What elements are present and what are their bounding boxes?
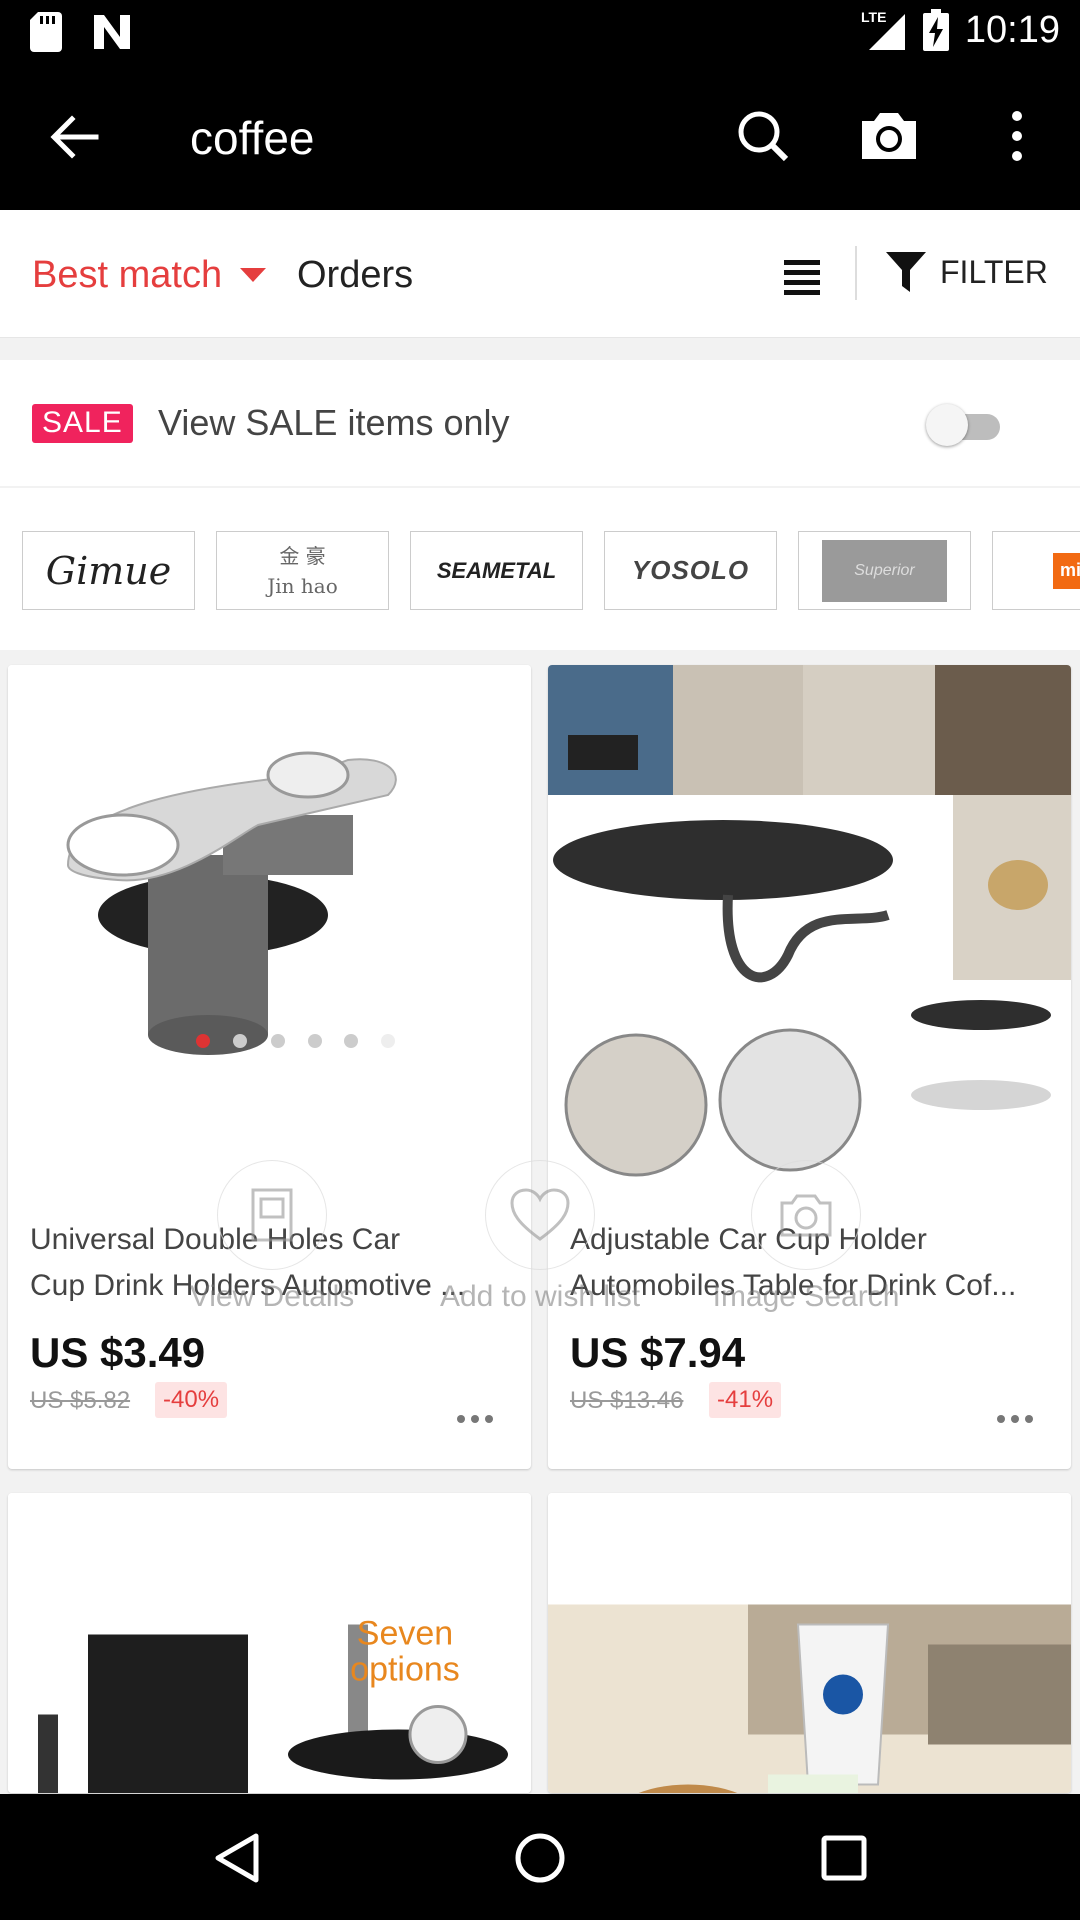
image-search-action[interactable]: Image Search bbox=[686, 1160, 926, 1314]
mi-logo-icon: mi bbox=[1052, 552, 1080, 589]
filter-icon bbox=[886, 252, 926, 292]
sd-card-icon bbox=[30, 12, 62, 52]
sale-only-toggle[interactable] bbox=[926, 404, 1006, 446]
brand-seametal[interactable]: SEAMETAL bbox=[410, 531, 583, 610]
product-card[interactable]: Seven options bbox=[8, 1493, 531, 1793]
search-icon[interactable] bbox=[730, 103, 796, 169]
add-to-wishlist-action[interactable]: Add to wish list bbox=[420, 1160, 660, 1314]
camera-outline-icon bbox=[780, 1194, 832, 1237]
caret-down-icon bbox=[240, 267, 267, 282]
discount-badge: -40% bbox=[155, 1382, 228, 1418]
nav-recents-icon[interactable] bbox=[816, 1830, 872, 1886]
brand-jinhao[interactable]: 金 豪 Jin hao bbox=[216, 531, 389, 610]
list-view-icon[interactable] bbox=[778, 252, 828, 302]
product-image-coffee-tamper[interactable]: Seven options bbox=[8, 1493, 531, 1793]
brand-xiaomi[interactable]: mix bbox=[992, 531, 1080, 610]
signal-icon: LTE bbox=[861, 9, 905, 50]
status-bar: LTE 10:19 bbox=[0, 0, 1080, 63]
brand-label-cn: 金 豪 bbox=[279, 543, 326, 568]
product-image-cup-holder[interactable] bbox=[8, 665, 531, 1188]
nav-home-icon[interactable] bbox=[512, 1830, 568, 1886]
brand-superior[interactable]: Superior bbox=[798, 531, 971, 610]
sort-bar: Best match Orders FILTER bbox=[0, 210, 1080, 338]
brand-gimue[interactable]: Gimue bbox=[22, 531, 195, 610]
discount-badge: -41% bbox=[709, 1382, 782, 1418]
brand-label: SEAMETAL bbox=[436, 557, 557, 583]
sort-orders-button[interactable]: Orders bbox=[297, 254, 413, 297]
sale-filter-row: SALE View SALE items only bbox=[0, 360, 1080, 486]
product-price: US $3.49 bbox=[30, 1329, 206, 1376]
wish-list-label: Add to wish list bbox=[439, 1280, 641, 1313]
filter-button[interactable]: FILTER bbox=[886, 250, 1048, 294]
network-label: LTE bbox=[861, 9, 886, 25]
back-arrow-icon[interactable] bbox=[46, 109, 102, 165]
product-price: US $7.94 bbox=[570, 1329, 746, 1376]
app-bar: coffee bbox=[0, 63, 1080, 210]
sort-best-match-label: Best match bbox=[32, 254, 223, 296]
image-search-label: Image Search bbox=[712, 1280, 900, 1313]
view-details-label: View Details bbox=[189, 1280, 355, 1313]
badge-text-line2: options bbox=[350, 1651, 460, 1689]
more-vert-icon[interactable] bbox=[984, 103, 1050, 169]
document-icon bbox=[251, 1188, 293, 1242]
heart-icon bbox=[510, 1188, 570, 1241]
system-nav-bar bbox=[0, 1794, 1080, 1920]
more-horiz-icon[interactable] bbox=[455, 1413, 495, 1425]
search-query-title[interactable]: coffee bbox=[190, 111, 314, 165]
camera-icon[interactable] bbox=[856, 103, 922, 169]
brand-carousel: Gimue 金 豪 Jin hao SEAMETAL YOSOLO Superio… bbox=[0, 488, 1080, 650]
brand-label: Gimue bbox=[45, 548, 172, 593]
product-image-car-tray-food[interactable] bbox=[548, 1493, 1071, 1793]
brand-label: Superior bbox=[822, 539, 947, 602]
badge-text-line1: Seven bbox=[357, 1615, 453, 1653]
filter-label: FILTER bbox=[940, 253, 1048, 290]
divider bbox=[855, 246, 857, 300]
sale-badge: SALE bbox=[32, 404, 133, 443]
brand-label: YOSOLO bbox=[631, 555, 750, 585]
brand-label: Jin hao bbox=[267, 573, 338, 598]
clock: 10:19 bbox=[964, 8, 1060, 51]
brand-yosolo[interactable]: YOSOLO bbox=[604, 531, 777, 610]
n-notification-icon bbox=[94, 15, 130, 49]
product-image-car-table[interactable] bbox=[548, 665, 1071, 1188]
more-horiz-icon[interactable] bbox=[995, 1413, 1035, 1425]
product-original-price: US $13.46 bbox=[570, 1387, 684, 1414]
product-card[interactable] bbox=[548, 1493, 1071, 1793]
nav-back-icon[interactable] bbox=[210, 1830, 266, 1886]
sort-best-match-dropdown[interactable]: Best match bbox=[32, 254, 267, 297]
product-original-price: US $5.82 bbox=[30, 1387, 131, 1414]
product-card[interactable]: Adjustable Car Cup Holder Automobiles Ta… bbox=[548, 665, 1071, 1469]
product-card[interactable]: Universal Double Holes Car Cup Drink Hol… bbox=[8, 665, 531, 1469]
sale-filter-label: View SALE items only bbox=[158, 402, 510, 443]
battery-charging-icon bbox=[922, 9, 949, 51]
view-details-action[interactable]: View Details bbox=[152, 1160, 392, 1314]
